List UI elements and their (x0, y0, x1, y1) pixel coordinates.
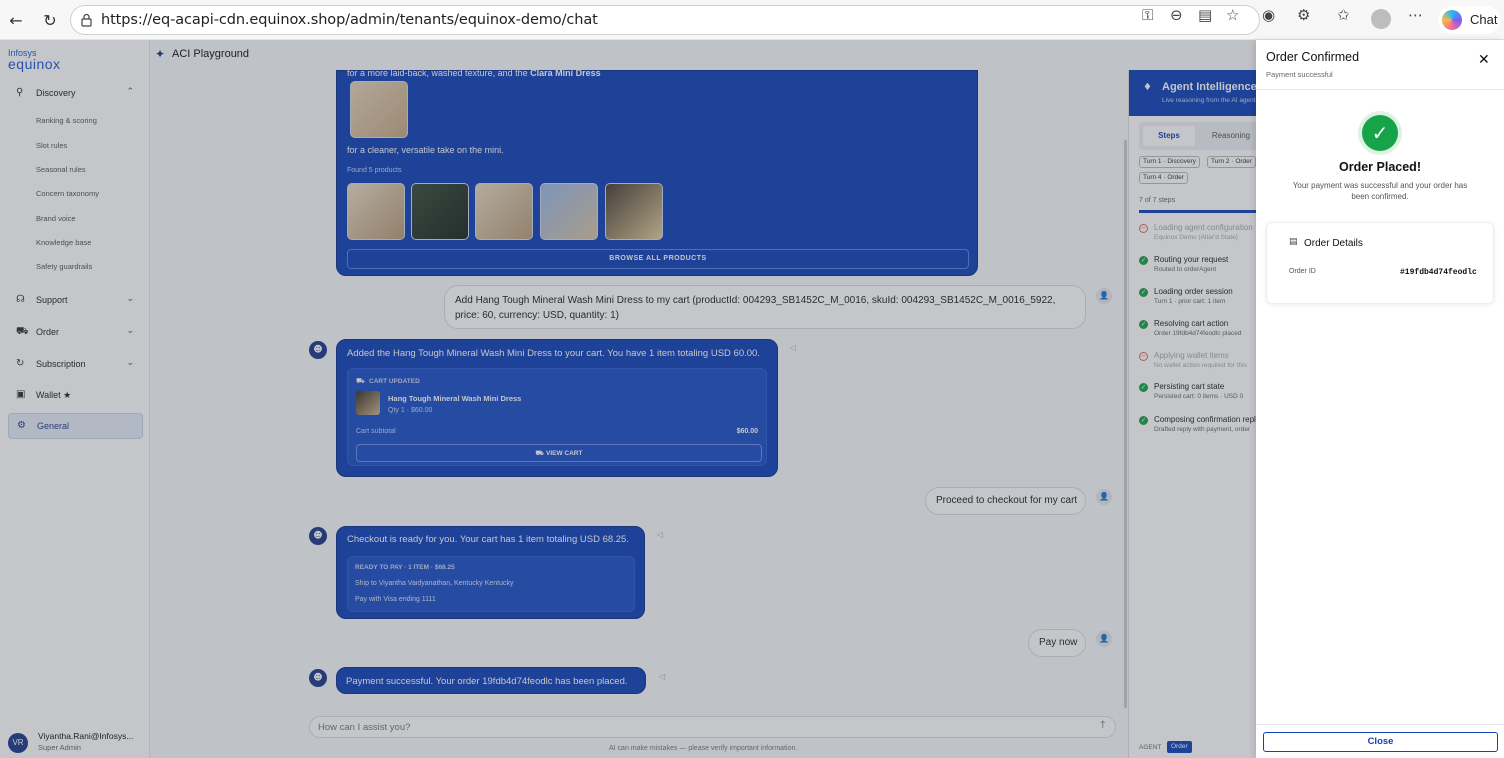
key-icon[interactable]: ⚿ (1142, 6, 1153, 24)
extension-record-icon[interactable]: ◉ (1262, 6, 1275, 24)
order-details-title: Order Details (1304, 238, 1363, 249)
drawer-subtitle: Payment successful (1266, 70, 1333, 79)
divider (1256, 724, 1504, 725)
reader-icon[interactable]: ▤ (1198, 6, 1212, 24)
url-text: https://eq-acapi-cdn.equinox.shop/admin/… (101, 12, 598, 28)
copilot-icon (1442, 10, 1462, 30)
favorites-bar-icon[interactable]: ✩ (1337, 6, 1350, 24)
check-circle-icon: ✓ (1362, 115, 1398, 151)
zoom-icon[interactable]: ⊖ (1170, 6, 1183, 24)
browser-chrome: ← ↻ https://eq-acapi-cdn.equinox.shop/ad… (0, 0, 1504, 40)
chat-label: Chat (1470, 12, 1498, 27)
back-icon[interactable]: ← (4, 8, 28, 32)
divider (1256, 89, 1504, 90)
lock-icon (81, 13, 92, 27)
drawer-title: Order Confirmed (1266, 50, 1360, 64)
order-placed-heading: Order Placed! (1339, 160, 1421, 174)
order-details-card: ▤ Order Details Order ID #19fdb4d74feodl… (1266, 222, 1494, 304)
extensions-icon[interactable]: ⚙ (1297, 6, 1310, 24)
favorite-icon[interactable]: ☆ (1226, 6, 1239, 24)
order-confirmed-drawer: Order Confirmed Payment successful ✕ ✓ O… (1256, 40, 1504, 758)
order-placed-message: Your payment was successful and your ord… (1292, 181, 1468, 201)
more-menu-icon[interactable]: ⋯ (1408, 6, 1423, 24)
close-icon[interactable]: ✕ (1478, 52, 1490, 68)
copilot-chat-button[interactable]: Chat (1438, 6, 1500, 34)
refresh-icon[interactable]: ↻ (38, 8, 62, 32)
profile-avatar[interactable] (1371, 9, 1391, 29)
order-id-label: Order ID (1289, 268, 1316, 275)
receipt-icon: ▤ (1289, 237, 1298, 247)
order-id-value: #19fdb4d74feodlc (1400, 268, 1477, 277)
address-bar[interactable]: https://eq-acapi-cdn.equinox.shop/admin/… (70, 5, 1260, 35)
close-button[interactable]: Close (1263, 732, 1498, 752)
modal-backdrop[interactable] (0, 40, 1256, 758)
